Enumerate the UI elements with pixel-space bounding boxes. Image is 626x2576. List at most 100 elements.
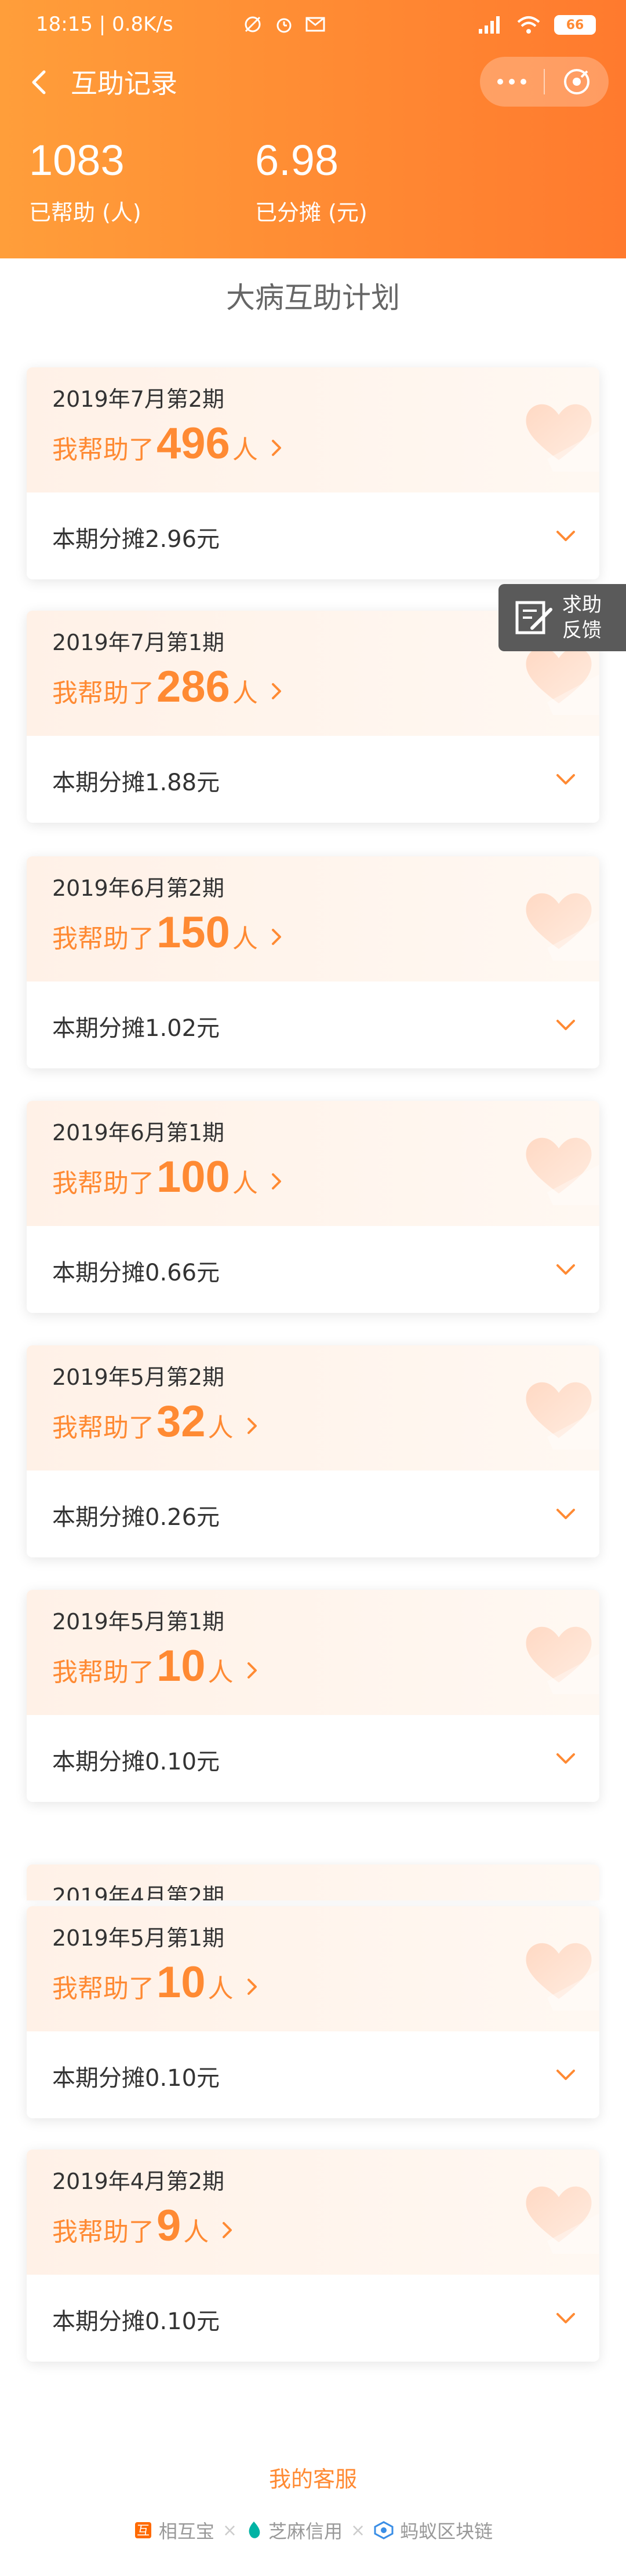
card-helped-link[interactable]: 我帮助了 10 人 xyxy=(52,1641,259,1691)
helped-suffix: 人 xyxy=(208,1658,234,1687)
partial-card: 2019年4月第2期 xyxy=(27,1865,599,1900)
close-button[interactable] xyxy=(545,57,609,107)
record-card[interactable]: 2019年5月第1期 我帮助了 10 人 本期分摊0.10元 xyxy=(27,1906,599,2118)
chevron-down-icon[interactable] xyxy=(553,527,578,545)
card-helped-link[interactable]: 我帮助了 9 人 xyxy=(52,2201,234,2251)
helped-prefix: 我帮助了 xyxy=(52,678,154,708)
brand-zhima: 芝麻信用 xyxy=(245,2517,343,2544)
helped-suffix: 人 xyxy=(232,435,258,465)
helped-number: 496 xyxy=(156,419,230,468)
footer-brands: 互 相互宝 × 芝麻信用 × 蚂蚁区块链 xyxy=(0,2516,626,2545)
status-bar: 18:15 | 0.8K/s 66 xyxy=(0,0,626,53)
card-header: 2019年6月第2期 我帮助了 150 人 xyxy=(27,856,599,981)
helped-prefix: 我帮助了 xyxy=(52,1658,154,1687)
helped-prefix: 我帮助了 xyxy=(52,1169,154,1198)
more-button[interactable] xyxy=(480,57,544,107)
card-period: 2019年5月第1期 xyxy=(52,1609,225,1634)
mute-icon xyxy=(245,16,261,32)
feedback-button[interactable]: 求助 反馈 xyxy=(498,584,626,651)
zhima-logo-icon xyxy=(249,2522,260,2538)
card-share: 本期分摊0.26元 xyxy=(52,1504,220,1531)
card-header: 2019年5月第1期 我帮助了 10 人 xyxy=(27,1906,599,2031)
card-period: 2019年7月第2期 xyxy=(52,386,225,412)
helped-suffix: 人 xyxy=(208,1413,234,1443)
mini-program-capsule xyxy=(480,57,609,107)
battery-indicator: 66 xyxy=(554,15,596,35)
helped-prefix: 我帮助了 xyxy=(52,1413,154,1443)
chevron-down-icon[interactable] xyxy=(553,2066,578,2084)
header: 18:15 | 0.8K/s 66 互助记录 1083 已帮助 (人) 6.98… xyxy=(0,0,626,258)
more-dots-icon xyxy=(497,79,526,85)
card-period: 2019年5月第2期 xyxy=(52,1364,225,1390)
record-card[interactable]: 2019年4月第2期 我帮助了 9 人 本期分摊0.10元 xyxy=(27,2150,599,2362)
chevron-down-icon[interactable] xyxy=(553,1505,578,1523)
card-period: 2019年4月第2期 xyxy=(52,2169,225,2194)
heart-icon xyxy=(526,2186,599,2254)
card-share: 本期分摊0.66元 xyxy=(52,1260,220,1286)
card-share: 本期分摊1.88元 xyxy=(52,769,220,796)
chevron-down-icon[interactable] xyxy=(553,2309,578,2327)
card-header: 2019年7月第2期 我帮助了 496 人 xyxy=(27,367,599,492)
back-arrow-icon xyxy=(32,70,46,94)
heart-icon xyxy=(526,1626,599,1694)
heart-icon xyxy=(526,1382,599,1450)
wifi-icon xyxy=(517,16,540,34)
card-helped-link[interactable]: 我帮助了 10 人 xyxy=(52,1957,259,2008)
shared-amount: 6.98 xyxy=(255,136,339,184)
card-helped-link[interactable]: 我帮助了 150 人 xyxy=(52,907,283,958)
helped-number: 10 xyxy=(156,1958,206,2007)
card-share: 本期分摊0.10元 xyxy=(52,2308,220,2335)
customer-service-link[interactable]: 我的客服 xyxy=(0,2461,626,2493)
helped-prefix: 我帮助了 xyxy=(52,1974,154,2004)
card-period: 2019年7月第1期 xyxy=(52,630,225,655)
heart-icon xyxy=(526,404,599,472)
chevron-right-icon xyxy=(270,1171,283,1198)
card-share: 本期分摊1.02元 xyxy=(52,1015,220,1042)
chevron-down-icon[interactable] xyxy=(553,1016,578,1034)
record-card[interactable]: 2019年6月第2期 我帮助了 150 人 本期分摊1.02元 xyxy=(27,856,599,1068)
chevron-right-icon xyxy=(270,681,283,707)
close-target-icon xyxy=(564,69,589,94)
heart-icon xyxy=(526,1137,599,1205)
mail-icon xyxy=(305,17,325,32)
record-card[interactable]: 2019年5月第1期 我帮助了 10 人 本期分摊0.10元 xyxy=(27,1590,599,1802)
helped-count: 1083 xyxy=(29,136,125,184)
card-helped-link[interactable]: 我帮助了 32 人 xyxy=(52,1396,259,1447)
helped-number: 286 xyxy=(156,662,230,711)
card-helped-link[interactable]: 我帮助了 100 人 xyxy=(52,1152,283,1202)
helped-prefix: 我帮助了 xyxy=(52,924,154,954)
nav-bar: 互助记录 xyxy=(0,53,626,111)
record-card[interactable]: 2019年7月第2期 我帮助了 496 人 本期分摊2.96元 xyxy=(27,367,599,579)
antchain-logo-icon xyxy=(374,2521,394,2539)
card-helped-link[interactable]: 我帮助了 286 人 xyxy=(52,662,283,712)
shared-stat: 6.98 已分摊 (元) xyxy=(255,134,367,227)
signal-icon xyxy=(479,16,500,34)
chevron-down-icon[interactable] xyxy=(553,1750,578,1767)
helped-number: 32 xyxy=(156,1397,206,1446)
card-header: 2019年4月第2期 我帮助了 9 人 xyxy=(27,2150,599,2275)
card-period: 2019年6月第2期 xyxy=(52,875,225,901)
chevron-right-icon xyxy=(270,437,283,464)
chevron-right-icon xyxy=(270,926,283,953)
chevron-right-icon xyxy=(245,1660,259,1687)
card-header: 2019年5月第1期 我帮助了 10 人 xyxy=(27,1590,599,1715)
helped-suffix: 人 xyxy=(232,924,258,954)
record-card[interactable]: 2019年6月第1期 我帮助了 100 人 本期分摊0.66元 xyxy=(27,1101,599,1313)
card-header: 2019年5月第2期 我帮助了 32 人 xyxy=(27,1345,599,1471)
helped-prefix: 我帮助了 xyxy=(52,2217,154,2247)
alarm-icon xyxy=(276,18,292,33)
helped-suffix: 人 xyxy=(232,678,258,708)
edit-feedback-icon xyxy=(515,601,552,634)
chevron-right-icon xyxy=(220,2220,234,2246)
chevron-down-icon[interactable] xyxy=(553,771,578,788)
back-button[interactable] xyxy=(23,66,56,98)
card-share: 本期分摊2.96元 xyxy=(52,526,220,553)
chevron-down-icon[interactable] xyxy=(553,1261,578,1278)
helped-number: 150 xyxy=(156,908,230,957)
record-card[interactable]: 2019年5月第2期 我帮助了 32 人 本期分摊0.26元 xyxy=(27,1345,599,1557)
svg-text:互: 互 xyxy=(137,2524,150,2538)
card-helped-link[interactable]: 我帮助了 496 人 xyxy=(52,418,283,469)
helped-suffix: 人 xyxy=(232,1169,258,1198)
heart-icon xyxy=(526,893,599,961)
card-header: 2019年6月第1期 我帮助了 100 人 xyxy=(27,1101,599,1226)
